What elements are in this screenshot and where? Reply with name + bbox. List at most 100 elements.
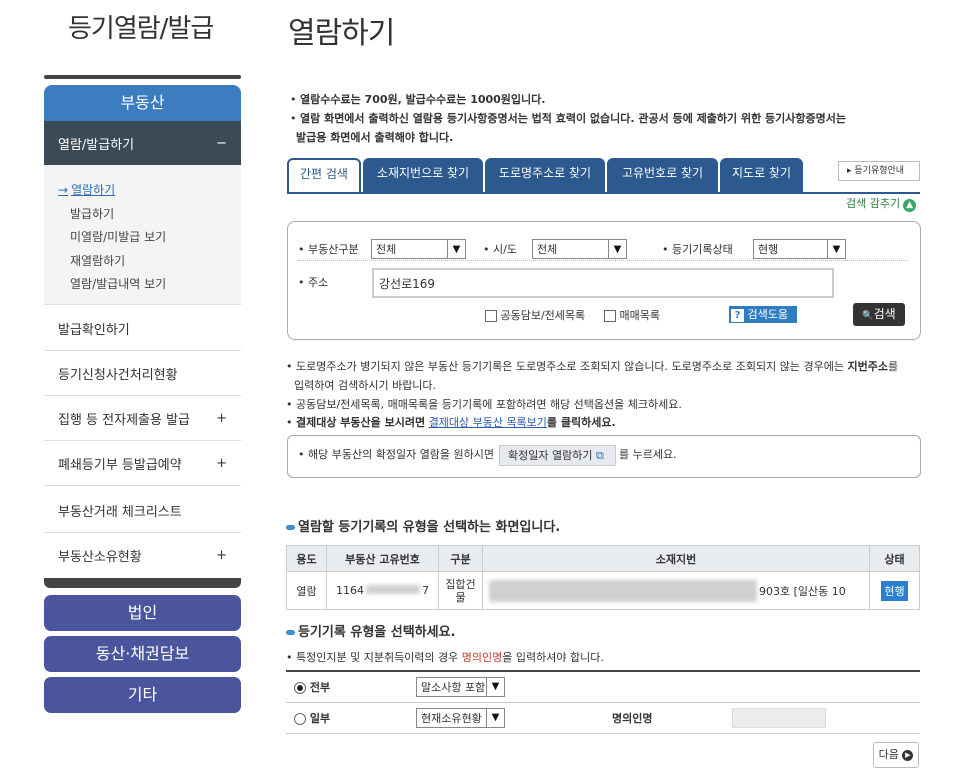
submenu-open-issue-label: 열람/발급하기 <box>58 137 135 153</box>
submenu-item-view[interactable]: → 열람하기 <box>58 179 241 203</box>
etc-button[interactable]: 기타 <box>44 677 241 713</box>
search-icon: 🔍 <box>862 311 874 321</box>
full-option-select[interactable]: 말소사항 포함 ▼ <box>416 676 505 697</box>
address-label: • 주소 <box>298 276 329 289</box>
dropdown-arrow-icon: ▼ <box>486 708 504 727</box>
submenu-item-history[interactable]: 열람/발급내역 보기 <box>58 273 241 297</box>
search-divider <box>298 260 908 261</box>
payment-list-link[interactable]: 결제대상 부동산 목록보기 <box>429 416 547 429</box>
tab-road-address[interactable]: 도로명주소로 찾기 <box>485 158 605 192</box>
external-link-icon: ⧉ <box>595 449 604 462</box>
section-type-title: 등기기록 유형을 선택하세요. <box>286 621 456 640</box>
address-input[interactable]: 강선로169 <box>372 268 834 298</box>
section-bullet-icon <box>286 525 295 530</box>
submenu-item-unviewed[interactable]: 미열람/미발급 보기 <box>58 226 241 250</box>
joint-collateral-checkbox[interactable] <box>485 310 497 322</box>
sidebar-bottom-bar <box>44 578 241 588</box>
tab-unique-number[interactable]: 고유번호로 찾기 <box>607 158 718 192</box>
sidebar-item-issue-confirm[interactable]: 발급확인하기 <box>44 306 241 351</box>
confirm-text-a: • 해당 부동산의 확정일자 열람을 원하시면 <box>298 448 495 461</box>
search-button[interactable]: 🔍검색 <box>853 303 905 326</box>
dropdown-arrow-icon: ▼ <box>447 240 465 258</box>
search-help-button[interactable]: ? 검색도움말 <box>729 306 797 338</box>
next-button[interactable]: 다음 ▶ <box>873 742 919 768</box>
corporation-button[interactable]: 법인 <box>44 595 241 631</box>
tab-underline <box>288 192 920 194</box>
submenu-item-review[interactable]: 재열람하기 <box>58 250 241 274</box>
cell-status: 현행 <box>869 571 920 610</box>
cell-kind: 집합건물 <box>438 571 483 610</box>
full-select-cell: 말소사항 포함 ▼ <box>416 670 920 703</box>
status-badge: 현행 <box>881 580 908 601</box>
col-use: 용도 <box>286 545 327 572</box>
cell-unique-number: 1164 7 <box>326 571 439 610</box>
sidebar-item-closed-register[interactable]: 폐쇄등기부 등발급예약 + <box>44 441 241 486</box>
dropdown-arrow-icon: ▼ <box>486 677 504 696</box>
submenu-list: → 열람하기 발급하기 미열람/미발급 보기 재열람하기 열람/발급내역 보기 <box>44 165 241 305</box>
owner-name-cell <box>732 702 920 734</box>
table-row[interactable]: 열람 1164 7 집합건물 903호 [일산동 10 현행 <box>286 571 920 610</box>
partial-radio[interactable] <box>294 712 306 725</box>
sale-list-option[interactable]: 매매목록 <box>604 307 660 323</box>
cell-use: 열람 <box>286 571 327 610</box>
confirm-date-button[interactable]: 확정일자 열람하기 ⧉ <box>499 445 616 466</box>
property-type-label: • 부동산구분 <box>298 243 359 256</box>
full-option[interactable]: 전부 <box>286 670 416 703</box>
type-table: 전부 말소사항 포함 ▼ 일부 현재소유현황 ▼ 명의인명 <box>286 670 920 734</box>
sidebar-item-checklist[interactable]: 부동산거래 체크리스트 <box>44 488 241 533</box>
col-kind: 구분 <box>438 545 483 572</box>
collapse-up-icon: ▲ <box>903 199 917 212</box>
col-unique-number: 부동산 고유번호 <box>326 545 439 572</box>
question-icon: ? <box>731 309 744 322</box>
info-payment: • 결제대상 부동산을 보시려면 결제대상 부동산 목록보기를 클릭하세요. <box>286 416 616 429</box>
category-real-estate[interactable]: 부동산 <box>44 85 241 121</box>
sidebar-item-case-status[interactable]: 등기신청사건처리현황 <box>44 351 241 396</box>
dropdown-arrow-icon: ▼ <box>827 240 845 258</box>
expand-icon: + <box>216 455 227 471</box>
record-status-label: • 등기기록상태 <box>662 243 733 256</box>
tab-lot-number[interactable]: 소재지번으로 찾기 <box>363 158 483 192</box>
submenu-item-issue[interactable]: 발급하기 <box>58 203 241 227</box>
type-row-full: 전부 말소사항 포함 ▼ <box>286 670 920 703</box>
region-select[interactable]: 전체 ▼ <box>532 239 627 259</box>
info-road-address: • 도로명주소가 병기되지 않은 부동산 등기기록은 도로명주소로 조회되지 않… <box>286 360 899 373</box>
register-type-guide-button[interactable]: ▸ 등기유형안내 <box>838 161 920 181</box>
hide-search-toggle[interactable]: 검색 감추기 ▲ <box>846 195 917 212</box>
record-status-select[interactable]: 현행 ▼ <box>753 239 846 259</box>
col-address: 소재지번 <box>482 545 870 572</box>
notice-fee: • 열람수수료는 700원, 발급수수료는 1000원입니다. <box>290 93 546 106</box>
expand-icon: + <box>216 410 227 426</box>
partial-select-cell: 현재소유현황 ▼ <box>416 702 604 734</box>
owner-name-label: 명의인명 <box>604 702 732 734</box>
sidebar-title: 등기열람/발급 <box>68 14 214 44</box>
notice-validity: • 열람 화면에서 출력하신 열람용 등기사항증명서는 법적 효력이 없습니다.… <box>290 112 847 125</box>
type-row-partial: 일부 현재소유현황 ▼ 명의인명 <box>286 702 920 734</box>
sale-list-checkbox[interactable] <box>604 310 616 322</box>
type-note: • 특정인지분 및 지분취득이력의 경우 명의인명을 입력하셔야 합니다. <box>286 651 604 664</box>
confirm-text-b: 를 누르세요. <box>619 448 677 461</box>
region-label: • 시/도 <box>483 243 517 256</box>
sidebar-item-electronic-submit[interactable]: 집행 등 전자제출용 발급 + <box>44 396 241 441</box>
section-bullet-icon <box>286 630 295 635</box>
submenu-open-issue[interactable]: 열람/발급하기 − <box>44 121 241 165</box>
arrow-right-icon: → <box>58 183 69 197</box>
joint-collateral-option[interactable]: 공동담보/전세목록 <box>485 307 585 323</box>
property-type-select[interactable]: 전체 ▼ <box>371 239 466 259</box>
page-title: 열람하기 <box>288 16 395 51</box>
info-options: • 공동담보/전세목록, 매매목록을 등기기록에 포함하려면 해당 선택옵션을 … <box>286 398 682 411</box>
tab-map[interactable]: 지도로 찾기 <box>720 158 803 192</box>
next-arrow-icon: ▶ <box>902 749 914 761</box>
full-radio[interactable] <box>294 681 306 694</box>
expand-icon: + <box>216 548 227 563</box>
info-road-address-cont: 입력하여 검색하시기 바랍니다. <box>294 379 437 392</box>
sidebar-top-bar <box>44 75 241 79</box>
owner-name-input[interactable] <box>732 707 826 728</box>
partial-option[interactable]: 일부 <box>286 702 416 734</box>
tab-simple-search[interactable]: 간편 검색 <box>287 158 361 194</box>
movable-property-button[interactable]: 동산·채권담보 <box>44 636 241 672</box>
dropdown-arrow-icon: ▼ <box>608 240 626 258</box>
play-icon: ▸ <box>847 166 852 176</box>
partial-option-select[interactable]: 현재소유현황 ▼ <box>416 707 505 728</box>
sidebar-item-ownership[interactable]: 부동산소유현황 + <box>44 533 241 578</box>
collapse-icon: − <box>216 135 227 151</box>
